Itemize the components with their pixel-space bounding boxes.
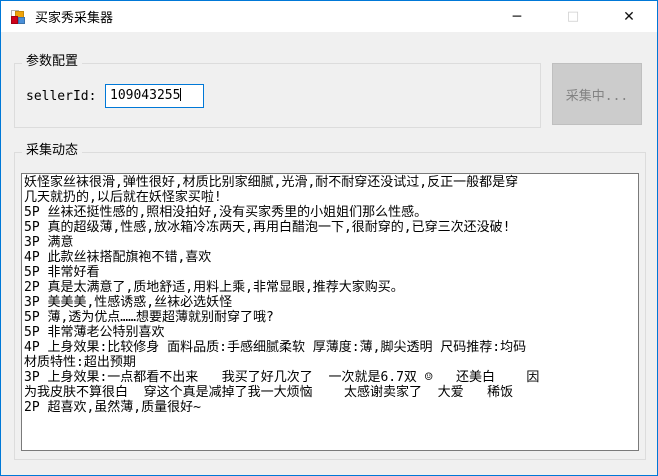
app-icon (10, 9, 26, 25)
close-button[interactable]: ✕ (601, 1, 657, 32)
titlebar[interactable]: 买家秀采集器 ─ □ ✕ (1, 1, 657, 32)
window-title: 买家秀采集器 (35, 10, 114, 25)
log-textbox[interactable]: 妖怪家丝袜很滑,弹性很好,材质比别家细腻,光滑,耐不耐穿还没试过,反正一般都是穿… (21, 173, 639, 451)
seller-id-value: 109043255 (110, 88, 181, 103)
seller-id-label: sellerId: (26, 89, 97, 104)
param-groupbox-title: 参数配置 (22, 54, 83, 70)
app-window: 买家秀采集器 ─ □ ✕ 参数配置 sellerId: 109043255 采集… (0, 0, 658, 476)
minimize-button[interactable]: ─ (489, 1, 545, 32)
maximize-button-disabled: □ (566, 9, 580, 24)
window-controls: ─ □ ✕ (489, 1, 657, 32)
app-icon-part (11, 15, 18, 24)
collect-button-label: 采集中... (565, 88, 629, 104)
log-groupbox-title: 采集动态 (22, 143, 83, 159)
app-icon-part (18, 16, 25, 24)
seller-id-input[interactable]: 109043255 (105, 84, 204, 108)
collect-button[interactable]: 采集中... (552, 63, 642, 125)
text-caret (180, 88, 182, 101)
